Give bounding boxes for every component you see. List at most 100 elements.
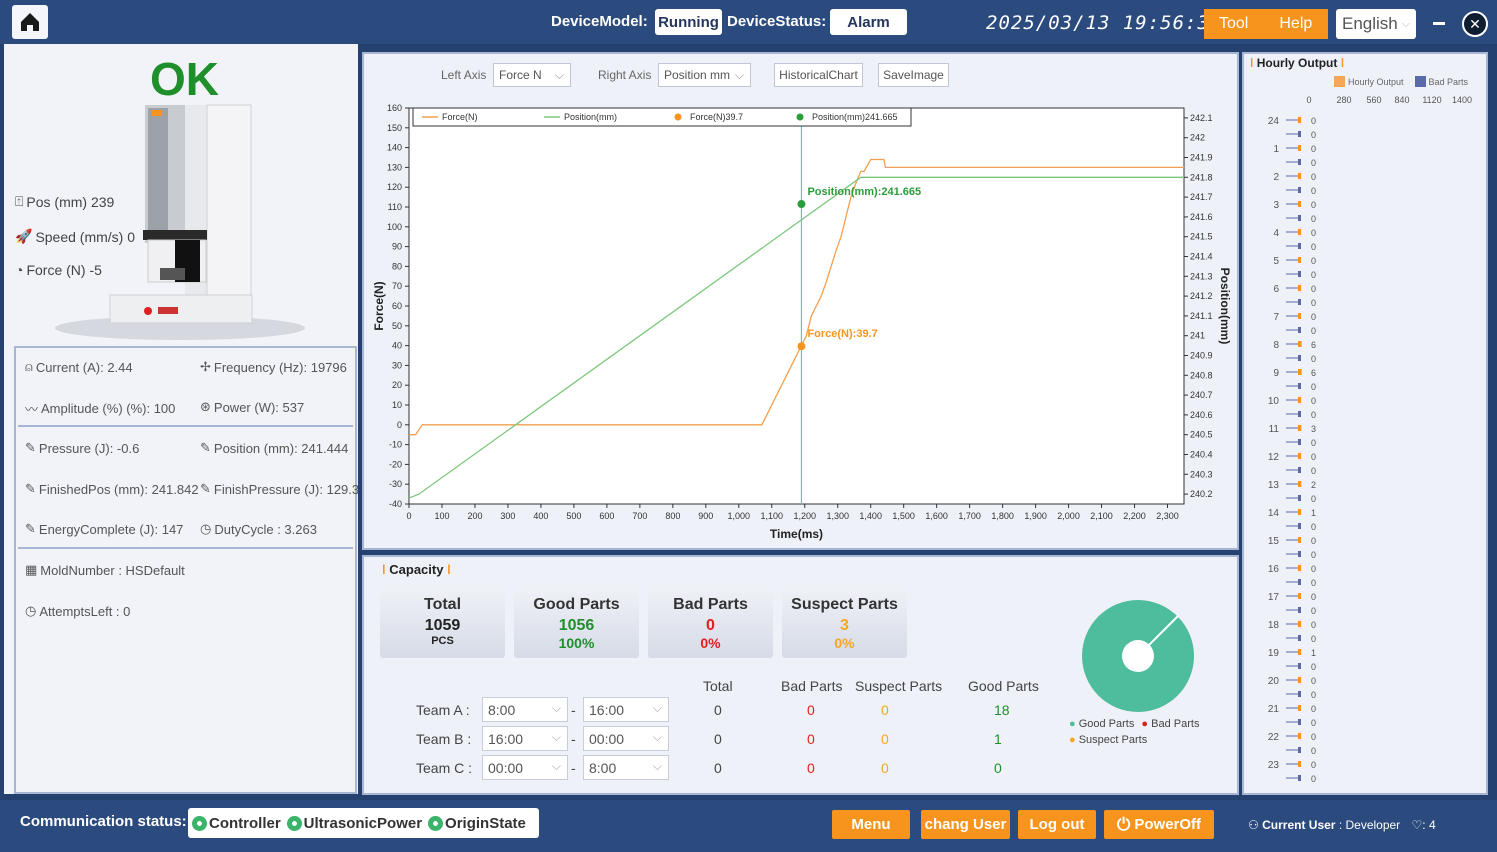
team-value: 0: [714, 731, 722, 747]
left-axis-label: Left Axis: [441, 68, 487, 82]
edit-icon: ✎: [25, 521, 36, 536]
hourly-hour-label: 21: [1268, 704, 1280, 715]
hourly-output-bar: [1298, 677, 1301, 683]
language-value: English: [1342, 14, 1398, 33]
current-param: ⍝ Current (A): 2.44: [25, 359, 133, 375]
y2-tick-label: 241.6: [1190, 212, 1213, 222]
hourly-hour-label: 19: [1268, 648, 1280, 659]
tool-menu[interactable]: Tool: [1219, 15, 1248, 33]
team-end-select[interactable]: 16:00: [583, 697, 669, 722]
hourly-bad-bar: [1298, 495, 1301, 501]
team-col-header: Suspect Parts: [855, 678, 943, 694]
help-menu[interactable]: Help: [1279, 15, 1312, 33]
team-col-header: Total: [703, 678, 733, 694]
hourly-bad-value: 0: [1311, 774, 1316, 784]
chart-legend: Force(N) Position(mm) Force(N)39.7 Position…: [412, 107, 912, 127]
x-tick-label: 600: [599, 511, 614, 521]
save-image-button[interactable]: SaveImage: [878, 63, 949, 87]
poweroff-button[interactable]: ⏻ PowerOff: [1104, 810, 1214, 839]
y2-tick-label: 240.5: [1190, 430, 1213, 440]
edit-icon: ✎: [200, 481, 211, 496]
hourly-output-bar: [1298, 369, 1302, 375]
team-value: 0: [807, 731, 815, 747]
y2-tick-label: 241.7: [1190, 192, 1213, 202]
left-axis-select[interactable]: Force N ⌵: [493, 63, 571, 87]
hourly-bad-value: 0: [1311, 186, 1316, 196]
y-tick-label: 20: [392, 380, 402, 390]
team-start-select[interactable]: 16:00: [482, 726, 568, 751]
hourly-output-value: 0: [1311, 592, 1316, 602]
hourly-bad-value: 0: [1311, 634, 1316, 644]
y-tick-label: 160: [387, 103, 402, 113]
team-end-select[interactable]: 8:00: [583, 755, 669, 780]
team-start-select[interactable]: 00:00: [482, 755, 568, 780]
device-status-label: DeviceStatus:: [727, 13, 827, 30]
team-value: 1: [994, 731, 1002, 747]
x-tick-label: 200: [467, 511, 482, 521]
hourly-bad-value: 0: [1311, 158, 1316, 168]
frequency-param: ✢ Frequency (Hz): 19796: [200, 359, 347, 375]
capacity-card-title: Bad Parts: [673, 596, 748, 613]
hourly-hour-label: 22: [1268, 732, 1280, 743]
team-end-select[interactable]: 00:00: [583, 726, 669, 751]
team-start-select[interactable]: 8:00: [482, 697, 568, 722]
capacity-card-percent: 100%: [558, 635, 595, 651]
close-button[interactable]: ✕: [1462, 11, 1488, 37]
dash: -: [571, 731, 576, 747]
x-tick-label: 300: [500, 511, 515, 521]
hourly-hour-label: 1: [1273, 144, 1279, 155]
y2-tick-label: 240.8: [1190, 370, 1213, 380]
finish-pressure-param: ✎ FinishPressure (J): 129.3: [200, 481, 360, 497]
hourly-output-value: 0: [1311, 396, 1316, 406]
x-tick-label: 1,900: [1024, 511, 1047, 521]
frequency-icon: ✢: [200, 359, 211, 374]
menu-button[interactable]: Menu: [832, 810, 910, 839]
ultrasonic-status: UltrasonicPower: [286, 815, 422, 832]
position-param: ✎ Position (mm): 241.444: [200, 440, 349, 456]
hourly-output-bar: [1298, 425, 1302, 431]
hourly-hour-label: 13: [1268, 480, 1280, 491]
hourly-x-tick: 1400: [1452, 95, 1472, 105]
hourly-bad-value: 0: [1311, 522, 1316, 532]
device-model-label: DeviceModel:: [551, 13, 648, 30]
comm-status-label: Communication status:: [20, 813, 187, 830]
hourly-output-bar: [1298, 397, 1301, 403]
hourly-bad-value: 0: [1311, 690, 1316, 700]
hourly-bad-value: 0: [1311, 130, 1316, 140]
x-tick-label: 1,700: [958, 511, 981, 521]
hourly-bad-value: 0: [1311, 410, 1316, 420]
edit-icon: ✎: [25, 440, 36, 455]
shield-icon: ♡: [1411, 818, 1423, 832]
change-user-button[interactable]: chang User: [921, 810, 1010, 839]
chevron-down-icon: ⌵: [1401, 17, 1411, 30]
y2-tick-label: 240.4: [1190, 450, 1213, 460]
capacity-title: ǀ Capacity ǀ: [382, 562, 451, 577]
hourly-hour-label: 9: [1273, 368, 1279, 379]
logout-button[interactable]: Log out: [1018, 810, 1096, 839]
home-button[interactable]: [12, 5, 48, 39]
y2-tick-label: 241.2: [1190, 291, 1213, 301]
hourly-bad-value: 0: [1311, 466, 1316, 476]
language-select[interactable]: English ⌵: [1336, 9, 1416, 39]
hourly-bad-bar: [1298, 467, 1301, 473]
historical-chart-button[interactable]: HistoricalChart: [774, 63, 863, 87]
current-user: ⚇ Current User : Developer ♡: 4: [1248, 818, 1436, 832]
legend-label: Force(N)39.7: [690, 112, 743, 122]
y-tick-label: 90: [392, 242, 402, 252]
hourly-output-bar: [1298, 481, 1302, 487]
device-model-value: Running: [655, 9, 722, 35]
power-icon: ⏻: [1116, 814, 1131, 834]
right-axis-select[interactable]: Position mm ⌵: [658, 63, 751, 87]
hourly-output-bar: [1298, 593, 1301, 599]
device-status-value[interactable]: Alarm: [830, 9, 907, 35]
capacity-card-percent: 0%: [834, 635, 855, 651]
hourly-hour-label: 7: [1273, 312, 1279, 323]
hourly-output-bar: [1298, 705, 1301, 711]
gear-icon: [286, 816, 302, 832]
minimize-button[interactable]: [1433, 22, 1445, 25]
hourly-bad-bar: [1298, 551, 1301, 557]
controller-status: Controller: [192, 815, 281, 832]
hourly-bad-bar: [1298, 439, 1301, 445]
capacity-card: Good Parts 1056 100%: [514, 591, 639, 658]
hourly-output-value: 0: [1311, 144, 1316, 154]
